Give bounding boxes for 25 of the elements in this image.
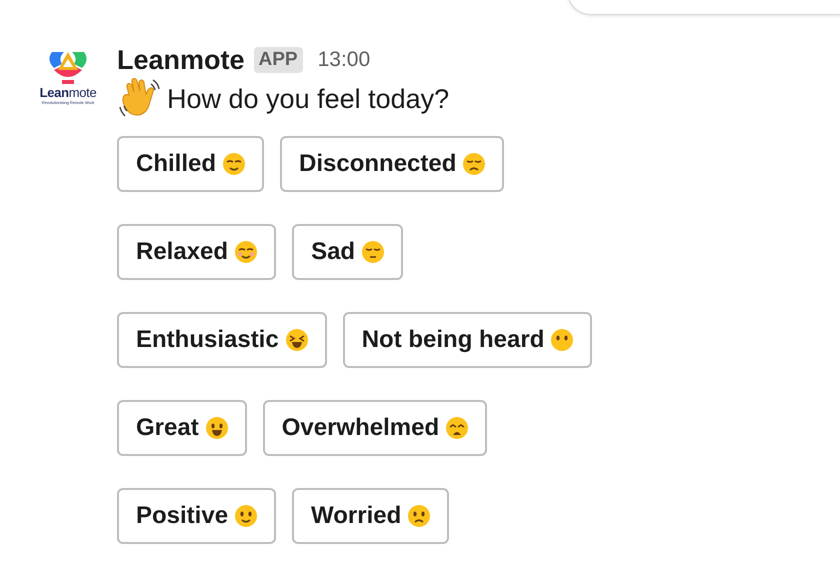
- logo-name: Leanmote: [40, 86, 96, 100]
- mood-button[interactable]: Worried: [292, 488, 450, 544]
- emoji-face-icon: [284, 328, 309, 352]
- emoji-face-icon: [204, 416, 229, 440]
- mood-button[interactable]: Chilled: [117, 136, 264, 192]
- emoji-face-icon: [222, 152, 246, 176]
- emoji-face-icon: [234, 240, 258, 264]
- app-badge: APP: [254, 47, 303, 73]
- emoji-face-icon: [550, 328, 574, 352]
- message-time[interactable]: 13:00: [318, 48, 370, 72]
- emoji-face-icon: [462, 152, 486, 176]
- mood-button[interactable]: Great: [117, 400, 247, 456]
- emoji-face-icon: [234, 504, 258, 528]
- message-text: How do you feel today?: [167, 84, 450, 114]
- emoji-face-icon: [445, 416, 470, 440]
- mood-button[interactable]: Sad: [292, 224, 404, 280]
- mood-button[interactable]: Not being heard: [342, 312, 592, 368]
- emoji-face-icon: [407, 504, 432, 528]
- mood-button[interactable]: Disconnected: [280, 136, 504, 192]
- mood-button[interactable]: Enthusiastic: [117, 312, 327, 368]
- mood-button[interactable]: Positive: [117, 488, 276, 544]
- emoji-face-icon: [361, 240, 386, 264]
- sender-name[interactable]: Leanmote: [117, 44, 245, 76]
- mood-button[interactable]: Overwhelmed: [262, 400, 488, 456]
- mood-button[interactable]: Relaxed: [117, 224, 276, 280]
